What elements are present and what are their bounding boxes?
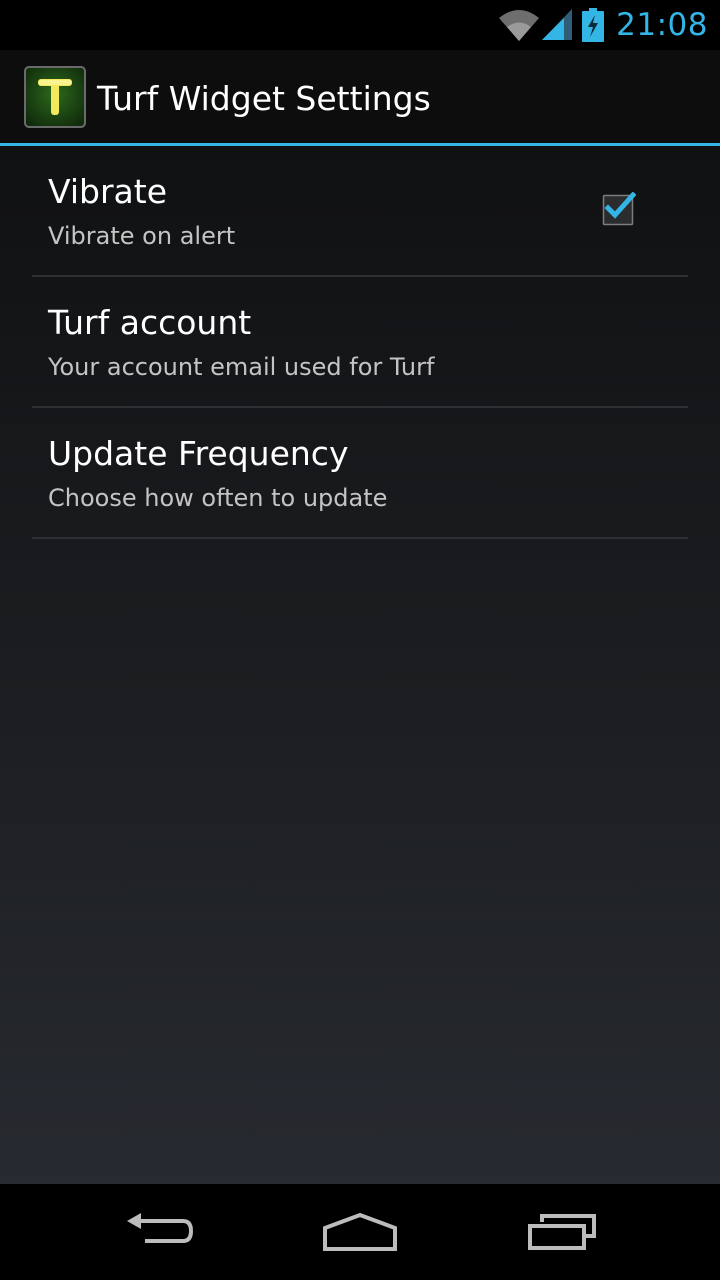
pref-turf-account[interactable]: Turf account Your account email used for… [32,277,688,408]
pref-summary: Your account email used for Turf [48,353,435,381]
pref-summary: Choose how often to update [48,484,388,512]
status-bar: 21:08 [0,0,720,50]
pref-title: Vibrate [48,172,167,211]
pref-summary: Vibrate on alert [48,222,236,250]
home-icon [323,1212,397,1251]
back-icon [127,1213,194,1243]
app-title: Turf Widget Settings [97,79,431,118]
wifi-icon [499,10,540,41]
pref-update-frequency[interactable]: Update Frequency Choose how often to upd… [32,408,688,539]
recent-apps-button[interactable] [492,1184,632,1280]
pref-title: Turf account [48,303,252,342]
action-bar: Turf Widget Settings [0,50,720,143]
clock: 21:08 [616,7,708,43]
pref-title: Update Frequency [48,434,349,473]
signal-icon [542,9,573,40]
screen: 21:08 Turf Widget Settings Vibrate Vibra… [0,0,720,1280]
back-button[interactable] [90,1184,230,1280]
navigation-bar [0,1184,720,1280]
preferences-list: Vibrate Vibrate on alert Turf account Yo… [0,146,720,1184]
status-icons: 21:08 [498,0,720,50]
battery-charging-icon [582,8,605,42]
recent-apps-icon [528,1214,596,1250]
app-icon[interactable] [24,66,86,128]
vibrate-checkbox[interactable] [602,192,636,226]
pref-vibrate[interactable]: Vibrate Vibrate on alert [32,146,688,277]
home-button[interactable] [290,1184,430,1280]
